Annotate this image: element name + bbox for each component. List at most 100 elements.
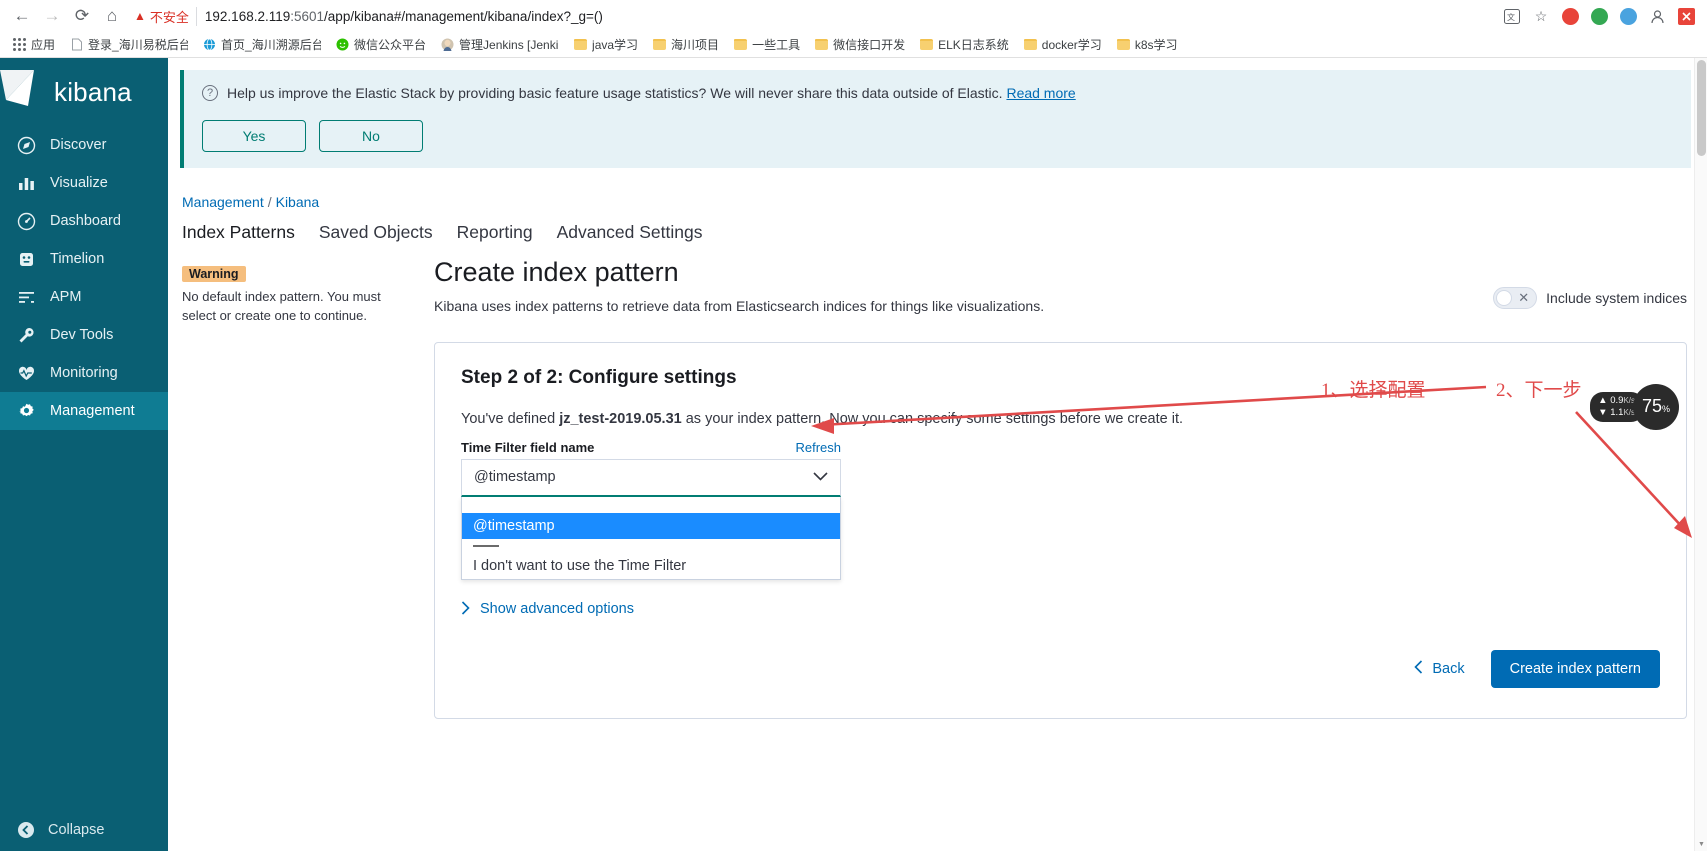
sidebar-item-dev-tools[interactable]: Dev Tools [0, 316, 168, 354]
sidebar-item-management[interactable]: Management [0, 392, 168, 430]
upload-speed-row: ▲ 0.9K/s [1598, 395, 1635, 407]
bookmark-label: java学习 [592, 38, 639, 52]
bookmark-folder[interactable]: 海川项目 [646, 34, 726, 55]
bookmark-folder[interactable]: 一些工具 [727, 34, 807, 55]
refresh-link[interactable]: Refresh [795, 440, 841, 455]
download-speed-row: ▼ 1.1K/s [1598, 407, 1635, 419]
kibana-brand-label: kibana [54, 76, 132, 107]
bookmark-label: 登录_海川易税后台管 [88, 38, 189, 52]
tab-advanced-settings[interactable]: Advanced Settings [557, 222, 703, 249]
tab-reporting[interactable]: Reporting [457, 222, 533, 249]
home-icon[interactable]: ⌂ [98, 2, 126, 30]
star-icon[interactable]: ☆ [1528, 3, 1554, 29]
url-port: :5601 [290, 8, 325, 24]
warning-text: No default index pattern. You must selec… [182, 288, 381, 323]
tab-index-patterns[interactable]: Index Patterns [182, 222, 295, 249]
sidebar-item-label: Management [50, 403, 135, 419]
include-system-indices-toggle[interactable]: ✕ [1493, 286, 1538, 309]
apps-shortcut[interactable]: 应用 [6, 34, 62, 55]
security-status[interactable]: ▲ 不安全 [134, 6, 197, 26]
bookmark-item[interactable]: 管理Jenkins [Jenkins [434, 34, 566, 55]
sidebar-collapse-label: Collapse [48, 822, 105, 838]
dropdown-option-no-time-filter[interactable]: I don't want to use the Time Filter [462, 553, 840, 579]
breadcrumb-current[interactable]: Kibana [276, 194, 320, 210]
url-text: 192.168.2.119:5601/app/kibana#/managemen… [205, 9, 603, 24]
back-button-label: Back [1432, 660, 1465, 677]
globe-icon [204, 38, 216, 51]
forward-icon[interactable]: → [38, 2, 66, 30]
index-pattern-content: Create index pattern Kibana uses index p… [426, 257, 1707, 851]
step-title: Step 2 of 2: Configure settings [461, 366, 737, 388]
show-advanced-options-link[interactable]: Show advanced options [461, 601, 1660, 618]
annotation-step-1: 1、选择配置 [1321, 379, 1426, 401]
dropdown-divider [462, 539, 840, 553]
chevron-left-icon [1414, 660, 1423, 678]
bookmark-label: 一些工具 [752, 38, 801, 52]
tab-saved-objects[interactable]: Saved Objects [319, 222, 433, 249]
bookmark-label: 管理Jenkins [Jenkins [459, 38, 559, 52]
timelion-icon [16, 249, 36, 269]
time-field-dropdown-menu[interactable]: @timestamp I don't want to use the Time … [461, 496, 841, 580]
bookmark-item[interactable]: 微信公众平台 [329, 34, 433, 55]
dropdown-blank-option[interactable] [462, 497, 840, 513]
telemetry-buttons: Yes No [202, 119, 1673, 152]
jenkins-icon [441, 38, 454, 51]
reload-icon[interactable]: ⟳ [68, 2, 96, 30]
bookmark-folder[interactable]: ELK日志系统 [913, 34, 1016, 55]
warning-triangle-icon: ▲ [134, 9, 146, 23]
bookmark-item[interactable]: 登录_海川易税后台管 [63, 34, 195, 55]
sidebar-item-dashboard[interactable]: Dashboard [0, 202, 168, 240]
vertical-scrollbar[interactable]: ▲ ▼ [1694, 58, 1707, 851]
step-desc-prefix: You've defined [461, 410, 560, 427]
scroll-down-icon[interactable]: ▼ [1695, 838, 1707, 851]
step-description: You've defined jz_test-2019.05.31 as you… [461, 411, 1660, 427]
network-speed-widget[interactable]: ▲ 0.9K/s ▼ 1.1K/s 75% [1590, 384, 1679, 430]
kibana-app: kibana Discover Visualize Dashboard Time… [0, 58, 1707, 851]
sidebar-collapse-button[interactable]: Collapse [0, 813, 168, 847]
profile-icon[interactable] [1644, 3, 1670, 29]
time-field-select[interactable]: @timestamp [461, 458, 841, 497]
create-index-pattern-button[interactable]: Create index pattern [1490, 649, 1660, 688]
zoom-level-indicator[interactable]: 75% [1633, 384, 1679, 430]
bookmark-folder[interactable]: 微信接口开发 [808, 34, 912, 55]
bookmark-folder[interactable]: k8s学习 [1110, 34, 1185, 55]
question-circle-icon: ? [202, 85, 218, 101]
chevron-down-icon [813, 470, 828, 484]
shield-icon[interactable] [1586, 3, 1612, 29]
bookmark-folder[interactable]: java学习 [567, 34, 645, 55]
sidebar-item-label: Discover [50, 137, 107, 153]
telemetry-banner: ? Help us improve the Elastic Stack by p… [180, 70, 1691, 168]
bookmark-item[interactable]: 首页_海川溯源后台管 [196, 34, 328, 55]
apps-label: 应用 [31, 38, 56, 52]
heartbeat-icon [16, 363, 36, 383]
close-icon[interactable] [1673, 3, 1699, 29]
sidebar-item-label: Visualize [50, 175, 108, 191]
bookmark-folder[interactable]: docker学习 [1017, 34, 1109, 55]
sidebar-item-discover[interactable]: Discover [0, 126, 168, 164]
read-more-link[interactable]: Read more [1006, 85, 1075, 101]
omnibox[interactable]: ▲ 不安全 192.168.2.119:5601/app/kibana#/man… [134, 3, 1491, 29]
sidebar-item-label: Dashboard [50, 213, 121, 229]
kibana-logo[interactable]: kibana [0, 58, 168, 126]
telemetry-yes-button[interactable]: Yes [202, 119, 306, 152]
sidebar-item-visualize[interactable]: Visualize [0, 164, 168, 202]
sidebar-item-timelion[interactable]: Timelion [0, 240, 168, 278]
breadcrumb-root[interactable]: Management [182, 194, 264, 210]
translate-icon[interactable]: 文 [1499, 3, 1525, 29]
folder-icon [1116, 39, 1130, 50]
sidebar-item-apm[interactable]: APM [0, 278, 168, 316]
telemetry-no-button[interactable]: No [319, 119, 423, 152]
back-button[interactable]: Back [1414, 660, 1465, 678]
browser-chrome: ← → ⟳ ⌂ ▲ 不安全 192.168.2.119:5601/app/kib… [0, 0, 1707, 58]
include-system-indices-row[interactable]: ✕ Include system indices [1493, 257, 1687, 309]
time-field-label: Time Filter field name [461, 439, 595, 455]
extension-icon[interactable] [1615, 3, 1641, 29]
scrollbar-thumb[interactable] [1697, 60, 1706, 156]
sidebar-item-monitoring[interactable]: Monitoring [0, 354, 168, 392]
sidebar-item-label: Monitoring [50, 365, 118, 381]
dropdown-option-timestamp[interactable]: @timestamp [462, 512, 840, 539]
main-content: ? Help us improve the Elastic Stack by p… [168, 58, 1707, 851]
back-icon[interactable]: ← [8, 2, 36, 30]
kibana-mark-icon [0, 66, 54, 118]
opera-icon[interactable] [1557, 3, 1583, 29]
